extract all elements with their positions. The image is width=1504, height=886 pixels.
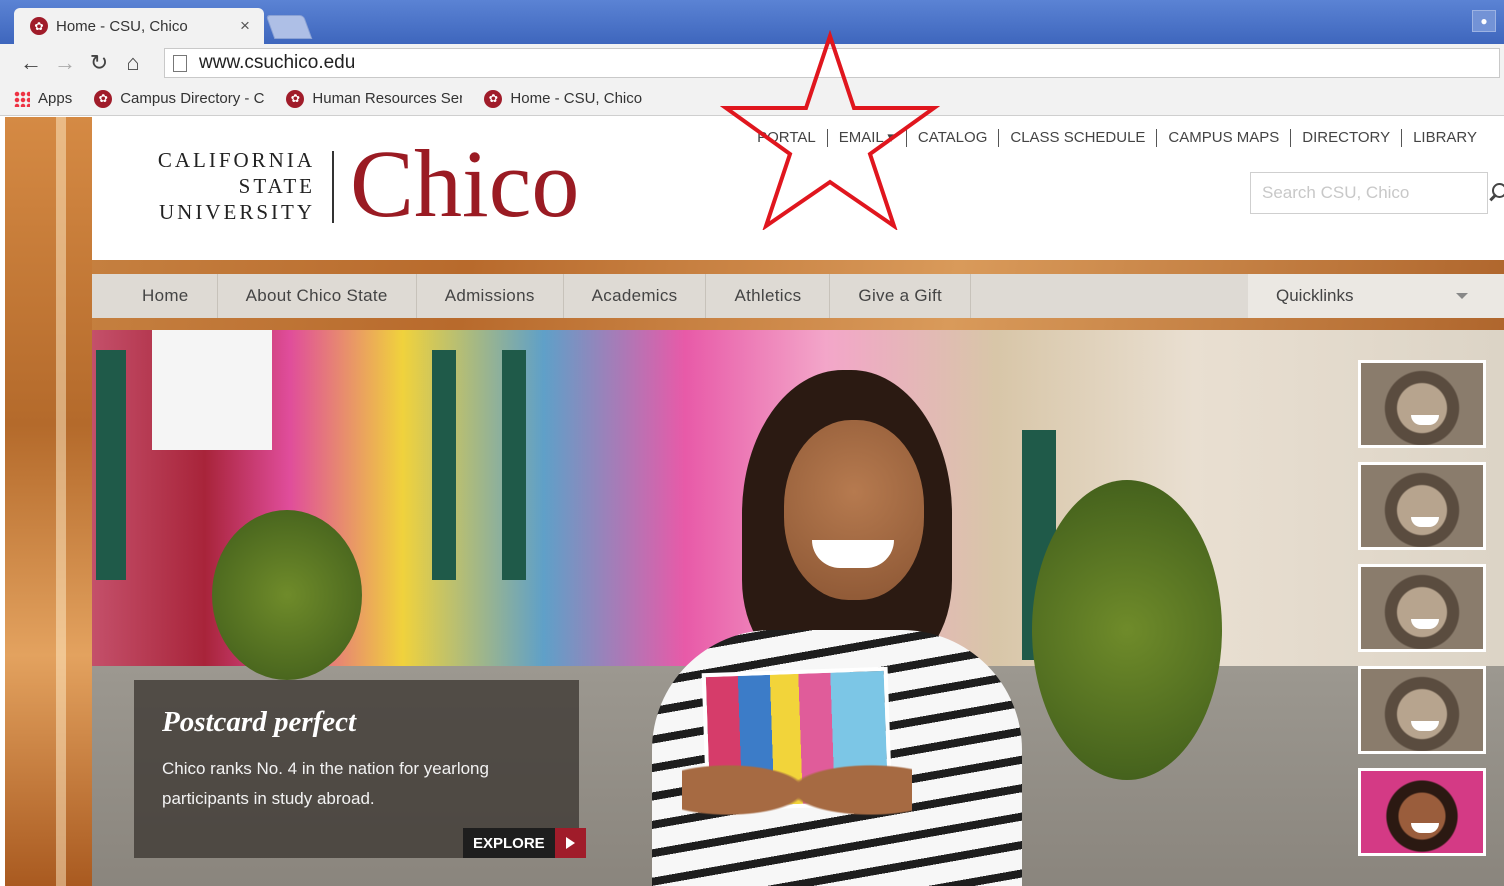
nav-item-admissions[interactable]: Admissions (417, 274, 564, 318)
nav-item-academics[interactable]: Academics (564, 274, 707, 318)
caption-text: Chico ranks No. 4 in the nation for year… (162, 759, 489, 808)
quicklinks-dropdown[interactable]: Quicklinks (1248, 274, 1504, 318)
bookmark-label: Human Resources Ser (312, 90, 463, 107)
hero-caption: Postcard perfect Chico ranks No. 4 in th… (134, 680, 586, 858)
utility-link-catalog[interactable]: CATALOG (905, 129, 998, 147)
bookmark-label: Campus Directory - C (120, 90, 265, 107)
address-bar[interactable]: www.csuchico.edu (164, 48, 1500, 78)
hero-shutter (502, 350, 526, 580)
utility-nav: PORTAL EMAIL ▾ CATALOG CLASS SCHEDULE CA… (746, 129, 1488, 147)
explore-label: EXPLORE (463, 828, 555, 858)
thumbnail-smile (1411, 721, 1439, 731)
hero-shutter (432, 350, 456, 580)
close-tab-icon[interactable]: × (236, 16, 254, 36)
bookmark-home-csu-chico[interactable]: ✿ Home - CSU, Chico (484, 89, 643, 108)
thumbnail-slide-1[interactable] (1358, 360, 1486, 448)
thumbnail-smile (1411, 517, 1439, 527)
csu-chico-favicon-icon: ✿ (30, 17, 48, 35)
bookmark-human-resources[interactable]: ✿ Human Resources Ser (286, 89, 463, 108)
thumbnail-smile (1411, 619, 1439, 629)
utility-link-directory[interactable]: DIRECTORY (1290, 129, 1401, 147)
page-edge (0, 117, 5, 886)
main-nav: Home About Chico State Admissions Academ… (92, 274, 1504, 318)
utility-link-library[interactable]: LIBRARY (1401, 129, 1488, 147)
site-search (1250, 172, 1504, 214)
bookmarks-bar: Apps ✿ Campus Directory - C ✿ Human Reso… (0, 82, 1504, 116)
caption-title: Postcard perfect (162, 706, 357, 738)
thumbnail-slide-5-active[interactable] (1358, 768, 1486, 856)
bookmark-label: Home - CSU, Chico (510, 90, 643, 107)
csu-chico-favicon-icon: ✿ (286, 89, 305, 108)
browser-tab-strip: ✿ Home - CSU, Chico × ● (0, 0, 1504, 44)
browser-toolbar: ← → ↻ ⌂ www.csuchico.edu (0, 44, 1504, 82)
bookmark-campus-directory[interactable]: ✿ Campus Directory - C (94, 89, 265, 108)
nav-item-give-a-gift[interactable]: Give a Gift (830, 274, 972, 318)
nav-item-home[interactable]: Home (92, 274, 218, 318)
new-tab-button[interactable] (265, 15, 313, 39)
bookmark-apps[interactable]: Apps (14, 90, 72, 107)
csu-chico-favicon-icon: ✿ (94, 89, 113, 108)
student-hands (682, 730, 912, 850)
explore-button[interactable]: EXPLORE (463, 828, 586, 858)
hero-photo-student (612, 370, 1032, 886)
decorative-left-stripe (4, 117, 92, 886)
logo-university-text: CALIFORNIA STATE UNIVERSITY (135, 147, 315, 225)
tab-title: Home - CSU, Chico (56, 17, 188, 35)
reload-icon[interactable]: ↻ (82, 48, 116, 78)
apps-grid-icon (14, 90, 30, 107)
thumbnail-slide-4[interactable] (1358, 666, 1486, 754)
logo-line-state: STATE (238, 174, 315, 198)
browser-tab-home[interactable]: ✿ Home - CSU, Chico × (14, 8, 264, 44)
bookmark-label: Apps (38, 90, 73, 107)
profile-icon[interactable]: ● (1472, 10, 1496, 32)
thumbnail-slide-2[interactable] (1358, 462, 1486, 550)
utility-link-email[interactable]: EMAIL ▾ (826, 129, 906, 147)
quicklinks-label: Quicklinks (1276, 286, 1354, 305)
back-arrow-icon[interactable]: ← (14, 48, 48, 78)
utility-link-portal[interactable]: PORTAL (746, 129, 827, 147)
nav-item-about[interactable]: About Chico State (218, 274, 417, 318)
student-face (784, 420, 924, 600)
hero-plant (212, 510, 362, 680)
logo-line-california: CALIFORNIA (157, 148, 315, 172)
hero-plant (1032, 480, 1222, 780)
page-icon (173, 54, 187, 72)
logo-divider (332, 151, 334, 223)
utility-link-class-schedule[interactable]: CLASS SCHEDULE (998, 129, 1156, 147)
chevron-down-icon (1456, 293, 1468, 299)
hero-banner[interactable]: Postcard perfect Chico ranks No. 4 in th… (92, 330, 1504, 886)
thumbnail-smile (1411, 823, 1439, 833)
hero-shutter (96, 350, 126, 580)
hero-sky (152, 330, 272, 450)
nav-item-athletics[interactable]: Athletics (706, 274, 831, 318)
search-input[interactable] (1262, 183, 1483, 203)
play-arrow-icon (554, 828, 586, 858)
url-text[interactable]: www.csuchico.edu (199, 52, 355, 74)
site-header: CALIFORNIA STATE UNIVERSITY Chico PORTAL… (92, 117, 1504, 260)
home-icon[interactable]: ⌂ (116, 48, 150, 78)
thumbnail-smile (1411, 415, 1439, 425)
hero-thumbnails (1358, 360, 1488, 870)
utility-link-campus-maps[interactable]: CAMPUS MAPS (1156, 129, 1290, 147)
logo-wordmark-chico: Chico (350, 130, 580, 237)
thumbnail-slide-3[interactable] (1358, 564, 1486, 652)
csu-chico-favicon-icon: ✿ (484, 89, 503, 108)
forward-arrow-icon[interactable]: → (48, 48, 82, 78)
logo-line-university: UNIVERSITY (159, 200, 315, 224)
